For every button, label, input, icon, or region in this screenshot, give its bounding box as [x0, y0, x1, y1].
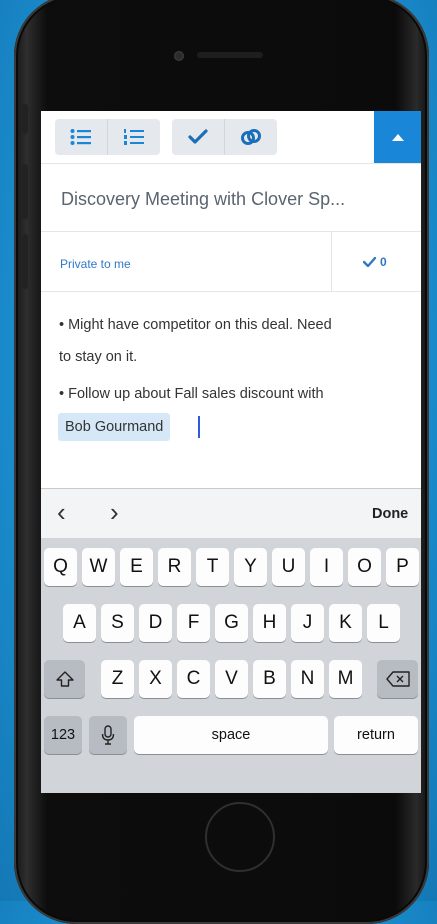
divider: [331, 231, 332, 291]
key-u[interactable]: U: [272, 548, 305, 586]
key-l[interactable]: L: [367, 604, 400, 642]
divider: [41, 291, 421, 292]
action-group: [172, 119, 277, 155]
note-title[interactable]: Discovery Meeting with Clover Sp...: [61, 189, 345, 210]
key-t[interactable]: T: [196, 548, 229, 586]
key-b[interactable]: B: [253, 660, 286, 698]
numbers-key[interactable]: 123: [44, 716, 82, 754]
shift-arrow-icon: [55, 671, 74, 687]
numbered-list-icon: [124, 129, 144, 145]
front-camera: [174, 51, 184, 61]
note-line[interactable]: to stay on it.: [59, 349, 137, 365]
key-x[interactable]: X: [139, 660, 172, 698]
key-v[interactable]: V: [215, 660, 248, 698]
note-line[interactable]: • Might have competitor on this deal. Ne…: [59, 317, 332, 333]
key-z[interactable]: Z: [101, 660, 134, 698]
microphone-icon: [101, 725, 115, 745]
mute-switch: [22, 104, 28, 134]
app-screen: Discovery Meeting with Clover Sp... Priv…: [41, 111, 421, 793]
volume-up-button: [22, 164, 28, 219]
bulleted-list-button[interactable]: [55, 119, 107, 155]
task-count-button[interactable]: 0: [363, 255, 387, 269]
link-button[interactable]: [224, 119, 277, 155]
contact-mention-chip[interactable]: Bob Gourmand: [58, 413, 171, 441]
key-w[interactable]: W: [82, 548, 115, 586]
numbered-list-button[interactable]: [107, 119, 160, 155]
delete-key[interactable]: [377, 660, 418, 698]
key-n[interactable]: N: [291, 660, 324, 698]
shift-key[interactable]: [44, 660, 85, 698]
triangle-up-icon: [391, 134, 404, 141]
link-icon: [241, 129, 261, 145]
done-button[interactable]: Done: [372, 506, 408, 522]
keyboard: Q W E R T Y U I O P A S D F G H J K L Z …: [41, 538, 421, 793]
privacy-setting-link[interactable]: Private to me: [60, 257, 131, 271]
text-cursor: [198, 416, 200, 438]
collapse-toolbar-button[interactable]: [374, 111, 421, 163]
checkmark-icon: [188, 129, 208, 144]
earpiece-speaker: [197, 52, 263, 58]
bulleted-list-icon: [70, 129, 91, 145]
key-y[interactable]: Y: [234, 548, 267, 586]
key-h[interactable]: H: [253, 604, 286, 642]
key-e[interactable]: E: [120, 548, 153, 586]
key-i[interactable]: I: [310, 548, 343, 586]
divider: [41, 163, 421, 164]
formatting-toolbar: [41, 111, 421, 163]
key-c[interactable]: C: [177, 660, 210, 698]
key-m[interactable]: M: [329, 660, 362, 698]
next-field-button[interactable]: ›: [110, 497, 119, 528]
backspace-icon: [385, 671, 410, 687]
key-q[interactable]: Q: [44, 548, 77, 586]
privacy-row: Private to me 0: [41, 231, 421, 291]
note-line[interactable]: • Follow up about Fall sales discount wi…: [59, 386, 324, 402]
key-o[interactable]: O: [348, 548, 381, 586]
key-s[interactable]: S: [101, 604, 134, 642]
key-a[interactable]: A: [63, 604, 96, 642]
key-r[interactable]: R: [158, 548, 191, 586]
key-k[interactable]: K: [329, 604, 362, 642]
key-p[interactable]: P: [386, 548, 419, 586]
home-button[interactable]: [205, 802, 275, 872]
key-g[interactable]: G: [215, 604, 248, 642]
checkmark-icon: [363, 257, 376, 267]
key-d[interactable]: D: [139, 604, 172, 642]
space-key[interactable]: space: [134, 716, 328, 754]
dictation-key[interactable]: [89, 716, 127, 754]
key-j[interactable]: J: [291, 604, 324, 642]
keyboard-accessory-bar: ‹ › Done: [41, 488, 421, 539]
volume-down-button: [22, 234, 28, 289]
return-key[interactable]: return: [334, 716, 418, 754]
previous-field-button[interactable]: ‹: [57, 497, 66, 528]
list-format-group: [55, 119, 160, 155]
checkmark-button[interactable]: [172, 119, 224, 155]
key-f[interactable]: F: [177, 604, 210, 642]
task-count: 0: [380, 255, 387, 269]
